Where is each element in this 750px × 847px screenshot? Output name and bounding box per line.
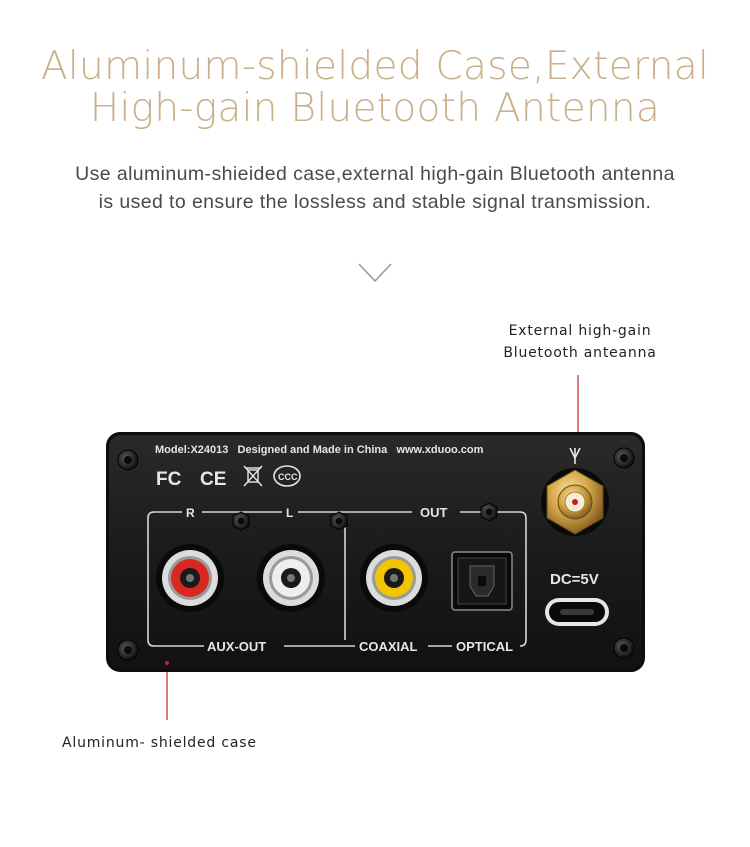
label-l: L (286, 506, 293, 520)
label-dc: DC=5V (550, 571, 599, 588)
svg-text:CCC: CCC (278, 472, 298, 482)
label-optical: OPTICAL (456, 639, 513, 654)
rca-jack-white (257, 544, 325, 612)
label-out: OUT (420, 505, 448, 520)
nut-screw-3 (480, 502, 498, 522)
corner-screw-bottom-right (613, 637, 635, 659)
corner-screw-bottom-left (117, 639, 139, 661)
usb-c-port (545, 598, 609, 626)
label-r: R (186, 506, 195, 520)
nut-screw-1 (232, 511, 250, 531)
sma-antenna-connector (541, 468, 609, 536)
ce-logo: CE (200, 469, 226, 490)
corner-screw-top-left (117, 449, 139, 471)
device-illustration: Model:X24013 Designed and Made in China … (106, 375, 645, 720)
panel-top-text: Model:X24013 Designed and Made in China … (155, 444, 484, 456)
label-aux-out: AUX-OUT (207, 639, 266, 654)
optical-port (451, 551, 513, 611)
case-callout-dot (165, 661, 169, 665)
fcc-logo: FC (156, 469, 182, 490)
rca-jack-yellow (360, 544, 428, 612)
nut-screw-2 (330, 511, 348, 531)
rca-jack-red (156, 544, 224, 612)
label-coaxial: COAXIAL (359, 639, 418, 654)
corner-screw-top-right (613, 447, 635, 469)
